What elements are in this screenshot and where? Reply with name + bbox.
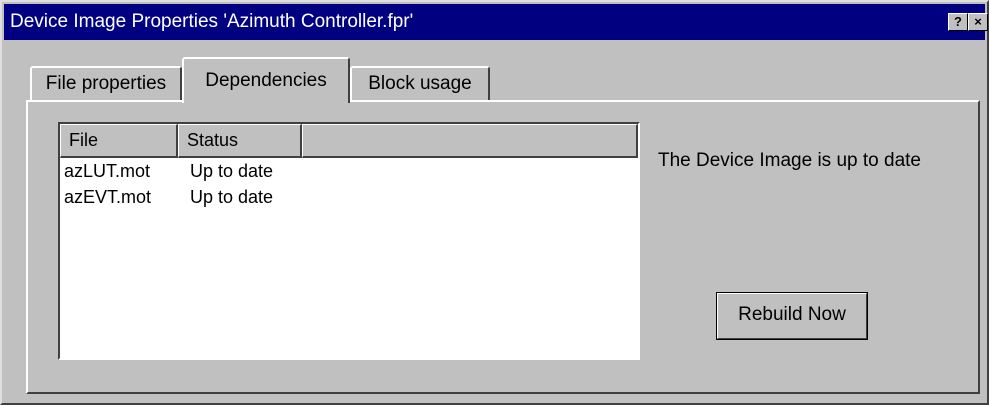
window-title: Device Image Properties 'Azimuth Control… — [10, 11, 414, 32]
list-item[interactable]: azLUT.mot Up to date — [60, 158, 314, 184]
properties-dialog: Device Image Properties 'Azimuth Control… — [0, 0, 989, 405]
status-cell: Up to date — [190, 187, 274, 207]
file-cell: azLUT.mot — [64, 161, 151, 181]
dependencies-list[interactable]: File Status azLUT.mot Up to date azEVT.m… — [58, 122, 640, 360]
list-body: azLUT.mot Up to date azEVT.mot Up to dat… — [60, 158, 314, 210]
column-header-status[interactable]: Status — [178, 124, 302, 158]
list-header: File Status — [60, 124, 638, 158]
column-header-filler — [302, 124, 638, 158]
tab-block-usage[interactable]: Block usage — [350, 66, 490, 102]
title-bar[interactable]: Device Image Properties 'Azimuth Control… — [4, 4, 988, 40]
rebuild-now-button[interactable]: Rebuild Now — [716, 292, 868, 340]
image-status-message: The Device Image is up to date — [658, 150, 921, 171]
tab-dependencies[interactable]: Dependencies — [182, 57, 350, 103]
list-item[interactable]: azEVT.mot Up to date — [60, 184, 314, 210]
status-cell: Up to date — [190, 161, 274, 181]
help-button[interactable]: ? — [948, 13, 968, 31]
close-button[interactable]: × — [968, 13, 988, 31]
column-header-file[interactable]: File — [60, 124, 178, 158]
tab-file-properties[interactable]: File properties — [30, 66, 182, 102]
file-cell: azEVT.mot — [64, 187, 152, 207]
